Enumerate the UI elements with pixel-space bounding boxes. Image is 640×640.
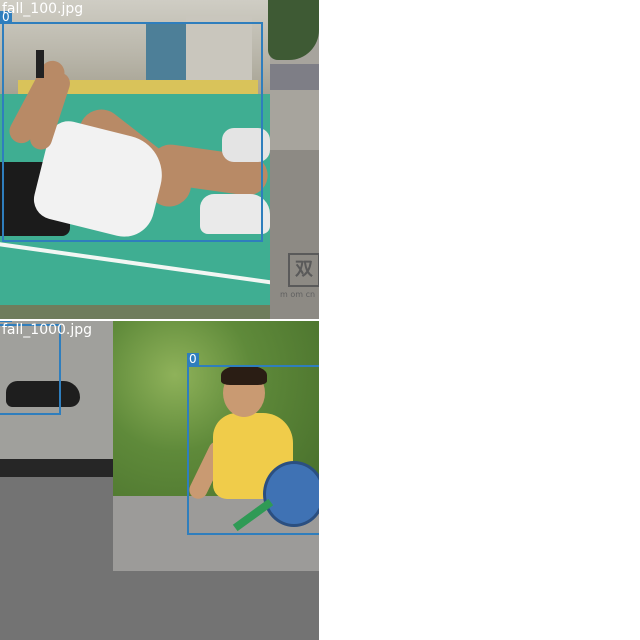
detection-class-label: 0 [187,352,199,366]
watermark-text: m om cn [280,290,316,299]
image-tile-fall-1000: 0 0 fall_1000.jpg [0,321,319,640]
detection-box [2,22,263,242]
filename-label: fall_100.jpg [2,1,84,17]
image-tile-fall-100: 双 m om cn 0 fall_100.jpg [0,0,319,319]
filename-label: fall_1000.jpg [2,322,93,338]
watermark-logo: 双 [288,253,319,287]
parked-cars [270,64,319,90]
detection-box [187,365,319,535]
court-edge [0,305,270,319]
shadow-band [0,459,113,477]
